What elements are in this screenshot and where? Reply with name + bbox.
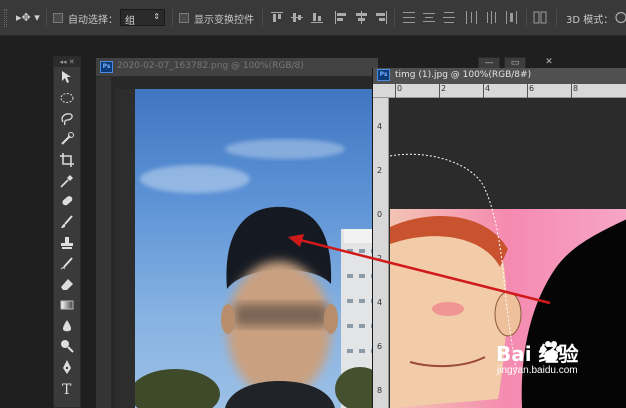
- baidu-jingyan-watermark: Bai 经验 jingyan.baidu.com: [478, 338, 626, 398]
- watermark-brand: Bai 经验: [496, 342, 579, 366]
- watermark-url: jingyan.baidu.com: [497, 365, 578, 376]
